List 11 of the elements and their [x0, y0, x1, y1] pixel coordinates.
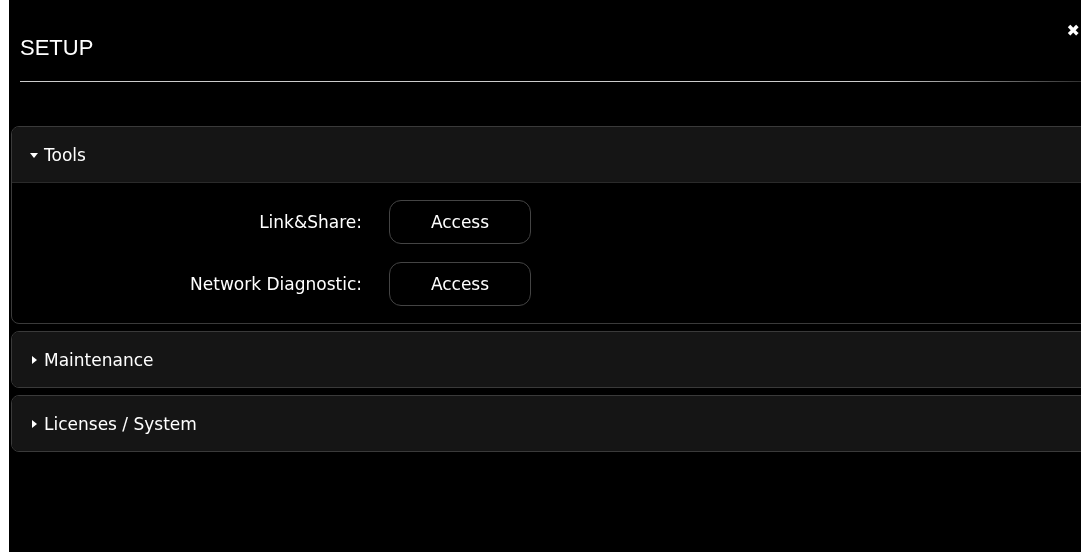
- section-header[interactable]: Tools: [12, 127, 1081, 182]
- close-button[interactable]: ✖: [1066, 23, 1080, 39]
- access-button[interactable]: Access: [389, 262, 531, 306]
- access-button[interactable]: Access: [389, 200, 531, 244]
- caret-right-icon: [29, 418, 39, 429]
- field-label: Network Diagnostic:: [190, 274, 362, 294]
- window-title: SETUP: [20, 35, 94, 61]
- field-label: Link&Share:: [259, 212, 362, 232]
- caret-right-icon: [29, 354, 39, 365]
- section-header[interactable]: Licenses / System: [12, 396, 1081, 451]
- section-header[interactable]: Maintenance: [12, 332, 1081, 387]
